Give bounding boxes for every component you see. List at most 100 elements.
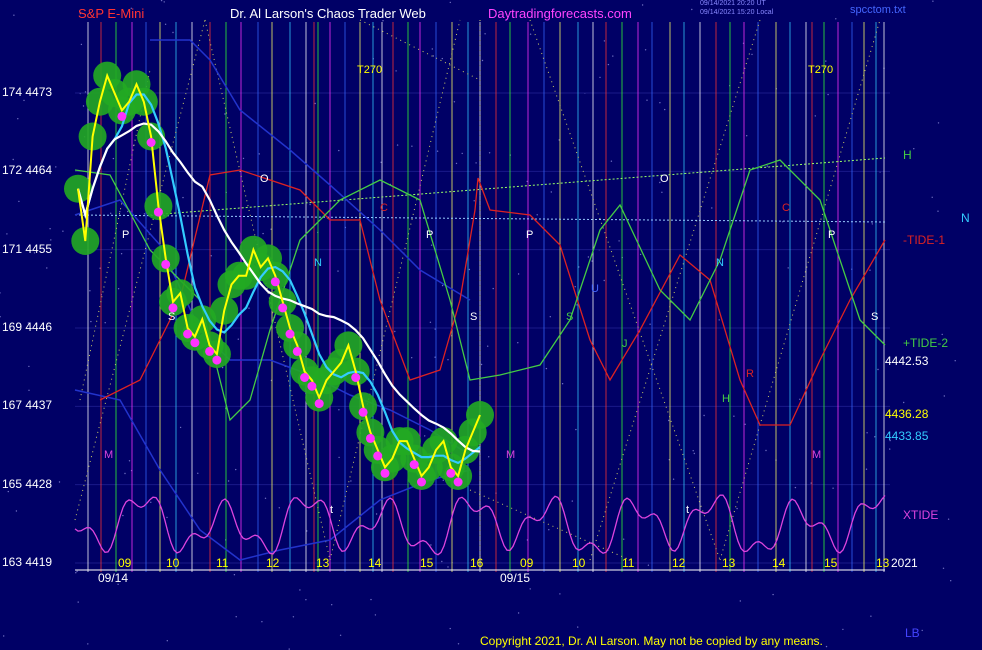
annotation-label: P	[426, 229, 434, 241]
x-hour-tick: 13	[722, 556, 736, 570]
star-dot	[305, 599, 307, 601]
annotation-label: C	[782, 202, 790, 214]
annotation-label: S	[871, 311, 879, 323]
star-dot	[127, 210, 129, 213]
star-dot	[432, 55, 434, 57]
star-dot	[718, 319, 720, 321]
flux-dot	[300, 373, 310, 382]
right-label: N	[961, 211, 970, 225]
annotation-label: M	[506, 449, 516, 461]
star-dot	[550, 191, 552, 193]
star-dot	[468, 268, 471, 271]
x-hour-tick: 15	[420, 556, 434, 570]
star-dot	[484, 33, 486, 35]
star-dot	[150, 501, 152, 503]
star-dot	[618, 240, 620, 242]
x-hour-tick: 09	[118, 556, 132, 570]
star-dot	[866, 432, 868, 434]
star-dot	[3, 635, 5, 637]
star-dot	[258, 153, 260, 155]
star-dot	[603, 40, 606, 42]
star-dot	[488, 456, 490, 458]
star-dot	[221, 366, 224, 369]
star-dot	[172, 31, 174, 34]
right-label: 4433.85	[885, 429, 929, 443]
star-dot	[395, 70, 397, 72]
annotation-label: S	[566, 311, 574, 323]
star-dot	[576, 304, 578, 306]
star-dot	[574, 286, 576, 288]
star-dot	[517, 612, 520, 614]
star-dot	[411, 145, 413, 147]
annotation-label: S	[470, 311, 478, 323]
star-dot	[913, 148, 915, 150]
annotation-label: H	[722, 393, 730, 405]
star-dot	[487, 345, 489, 347]
right-label: H	[903, 148, 912, 162]
star-dot	[766, 165, 768, 167]
star-dot	[639, 253, 642, 256]
star-dot	[75, 572, 77, 574]
star-dot	[143, 213, 146, 215]
annotation-label: O	[260, 173, 269, 185]
x-hour-tick: 13	[316, 556, 330, 570]
star-dot	[529, 588, 531, 590]
star-dot	[90, 320, 92, 323]
star-dot	[314, 102, 316, 105]
star-dot	[599, 76, 601, 79]
star-dot	[536, 214, 538, 216]
star-dot	[473, 200, 475, 202]
star-dot	[692, 450, 694, 452]
star-dot	[62, 230, 64, 232]
star-dot	[874, 436, 876, 438]
star-dot	[455, 162, 458, 165]
star-dot	[449, 627, 451, 630]
site-link[interactable]: Daytradingforecasts.com	[488, 6, 632, 21]
star-dot	[237, 338, 239, 340]
annotation-label: T270	[808, 64, 834, 76]
flux-dot	[409, 460, 419, 470]
star-dot	[182, 196, 184, 199]
star-dot	[242, 157, 245, 160]
x-hour-tick: 09	[520, 556, 534, 570]
star-dot	[765, 449, 767, 452]
star-dot	[529, 33, 532, 35]
chart-canvas	[0, 0, 956, 650]
star-dot	[835, 18, 837, 20]
star-dot	[23, 99, 25, 102]
star-dot	[947, 518, 950, 520]
star-dot	[119, 211, 121, 213]
star-dot	[84, 91, 87, 93]
star-dot	[937, 210, 939, 212]
star-dot	[575, 428, 577, 431]
flux-dot	[270, 277, 280, 287]
flux-dot	[358, 407, 368, 417]
flux-dot	[161, 259, 171, 269]
x-date-label: 09/15	[500, 571, 531, 585]
y-tick-label: 172 4464	[2, 163, 53, 178]
star-dot	[865, 468, 868, 470]
flux-dot	[183, 329, 193, 339]
flux-dot	[146, 138, 156, 147]
annotation-label: N	[716, 257, 724, 269]
star-dot	[661, 191, 663, 193]
x-hour-tick: 14	[368, 556, 382, 570]
annotation-label: O	[660, 173, 669, 185]
star-dot	[110, 212, 112, 214]
star-dot	[55, 166, 57, 168]
star-dot	[122, 514, 124, 517]
star-dot	[350, 480, 352, 482]
star-dot	[668, 419, 670, 422]
star-dot	[577, 626, 579, 628]
star-dot	[429, 321, 432, 323]
right-label: 4436.28	[885, 407, 929, 421]
envelope-line	[150, 39, 471, 301]
timestamp-local: 09/14/2021 15:20 Local	[700, 9, 774, 16]
star-dot	[449, 1, 451, 4]
star-dot	[623, 538, 625, 540]
flux-dot	[278, 303, 288, 313]
star-dot	[691, 8, 693, 11]
x-hour-tick: 10	[572, 556, 586, 570]
flux-dot	[380, 468, 390, 478]
star-dot	[7, 490, 9, 493]
